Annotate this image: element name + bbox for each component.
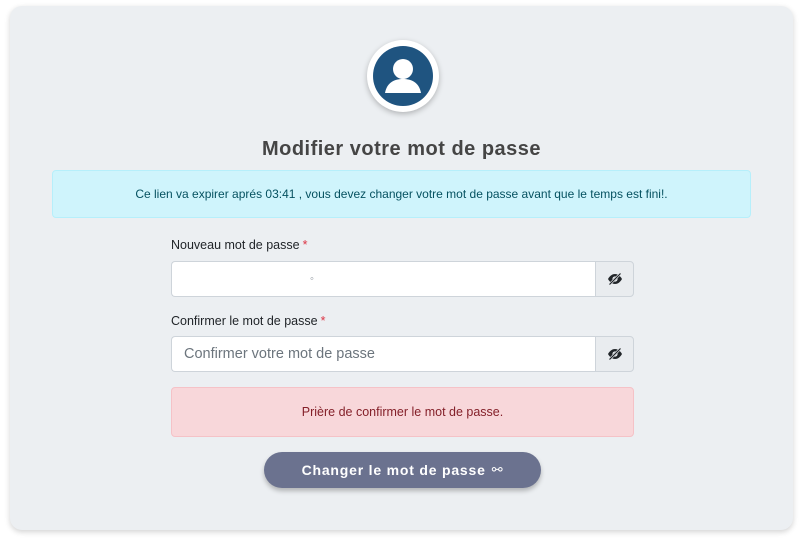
new-password-input[interactable]: ◦: [171, 261, 595, 297]
confirm-password-placeholder: Confirmer votre mot de passe: [184, 346, 375, 362]
confirm-password-error-alert: Prière de confirmer le mot de passe.: [171, 387, 634, 437]
page-title: Modifier votre mot de passe: [261, 138, 542, 160]
eye-slash-icon: [607, 348, 622, 360]
eye-slash-icon: [607, 273, 622, 285]
expiry-info-text: Ce lien va expirer aprés 03:41 , vous de…: [135, 187, 668, 201]
toggle-confirm-password-visibility-button[interactable]: [595, 336, 634, 372]
avatar: [367, 40, 439, 112]
toggle-new-password-visibility-button[interactable]: [595, 261, 634, 297]
key-icon: ⚯: [491, 462, 504, 477]
user-avatar-icon: [373, 46, 433, 106]
password-value: ◦: [310, 273, 314, 285]
reset-password-card: Modifier votre mot de passe Ce lien va e…: [10, 6, 793, 530]
error-message: Prière de confirmer le mot de passe.: [301, 405, 504, 419]
confirm-password-input[interactable]: Confirmer votre mot de passe: [171, 336, 595, 372]
change-password-button[interactable]: Changer le mot de passe ⚯: [264, 452, 541, 488]
confirm-password-label: Confirmer le mot de passe *: [171, 314, 326, 328]
confirm-password-group: Confirmer votre mot de passe: [171, 336, 634, 372]
submit-label: Changer le mot de passe: [301, 462, 486, 478]
required-asterisk: *: [302, 238, 308, 252]
expiry-info-alert: Ce lien va expirer aprés 03:41 , vous de…: [52, 170, 751, 218]
required-asterisk: *: [320, 314, 326, 328]
new-password-group: ◦: [171, 261, 634, 297]
new-password-label: Nouveau mot de passe *: [171, 238, 308, 252]
